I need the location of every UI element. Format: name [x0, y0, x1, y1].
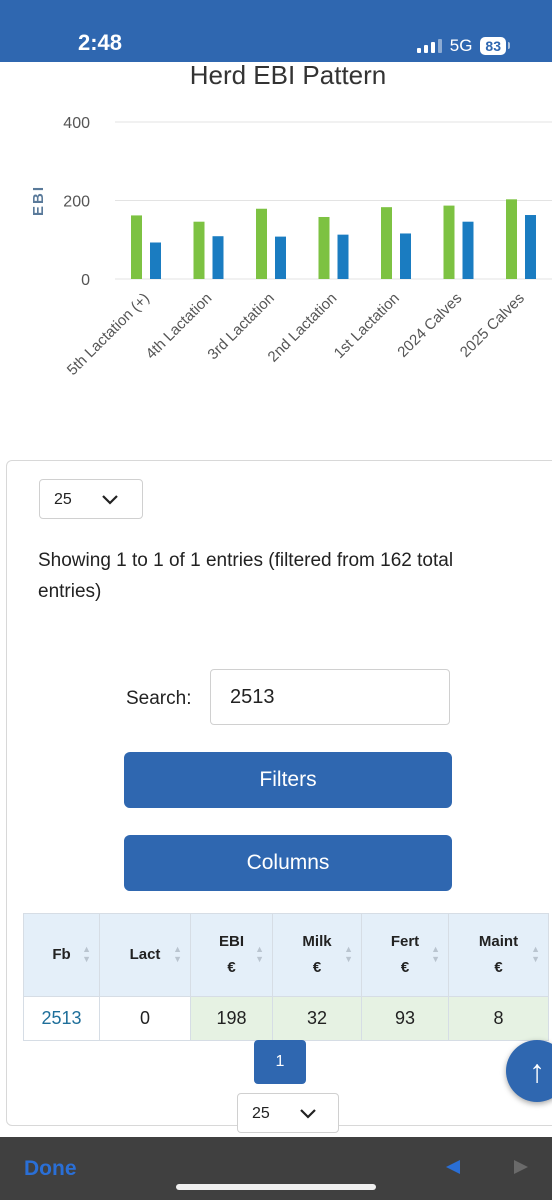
col-header-milk[interactable]: Milk € ▲ ▼ [272, 913, 362, 997]
x-tick-label: 5th Lactation (+) [64, 290, 153, 379]
search-label: Search: [126, 688, 192, 709]
columns-button[interactable]: Columns [124, 835, 452, 891]
pagination-page-1[interactable]: 1 [254, 1040, 306, 1084]
col-header-label: Milk [302, 933, 332, 950]
col-header-unit: € [312, 959, 322, 976]
table-info-text: Showing 1 to 1 of 1 entries (filtered fr… [38, 550, 454, 602]
bar [256, 208, 267, 279]
signal-icon [416, 39, 442, 53]
ebi-bar-chart: 0200400EBI5th Lactation (+)4th Lactation… [30, 115, 552, 379]
col-header-unit: € [227, 959, 236, 976]
bar [212, 236, 224, 279]
sort-icon: ▲ ▼ [344, 944, 353, 964]
home-indicator [176, 1184, 376, 1190]
sort-icon: ▲ ▼ [173, 944, 182, 964]
search-input[interactable] [210, 669, 450, 725]
bar [150, 242, 161, 279]
col-header-maint[interactable]: Maint € ▲ ▼ [448, 913, 549, 997]
bar [337, 234, 349, 279]
cell-ebi: 198 [190, 996, 273, 1041]
col-header-ebi[interactable]: EBI € ▲ ▼ [190, 913, 273, 997]
next-arrow-icon[interactable] [512, 1159, 530, 1175]
sort-icon: ▲ ▼ [531, 944, 540, 964]
x-tick-label: 2024 Calves [394, 290, 465, 361]
chevron-down-icon [300, 1109, 316, 1119]
y-tick-label: 0 [81, 272, 90, 289]
data-table: Fb ▲ ▼ Lact ▲ ▼ EBI € ▲ ▼ Milk € ▲ ▼ Fert [23, 913, 549, 1041]
bar [275, 236, 286, 279]
page-length-value: 25 [252, 1105, 270, 1122]
sort-icon: ▲ ▼ [431, 944, 440, 964]
bar [381, 207, 392, 279]
y-tick-label: 200 [63, 194, 90, 211]
sort-icon: ▲ ▼ [82, 944, 91, 964]
chart-title: Herd EBI Pattern [189, 60, 387, 90]
cell-fb-link[interactable]: 2513 [23, 996, 100, 1041]
col-header-unit: € [494, 959, 503, 976]
col-header-unit: € [400, 959, 410, 976]
col-header-fb[interactable]: Fb ▲ ▼ [23, 913, 100, 997]
cell-maint: 8 [448, 996, 549, 1041]
col-header-label: Maint [478, 933, 519, 950]
table-row: 2513 0 198 32 93 8 [23, 996, 549, 1041]
cell-milk: 32 [272, 996, 362, 1041]
y-axis-label: EBI [30, 185, 47, 216]
bar [193, 221, 205, 279]
bar [318, 216, 330, 279]
previous-arrow-icon[interactable] [444, 1159, 462, 1175]
y-tick-label: 400 [63, 115, 90, 132]
battery-icon: 83 [480, 37, 510, 55]
status-indicators: 5G 83 [416, 36, 510, 56]
browser-bottom-bar: Done [0, 1137, 552, 1200]
col-header-label: Fb [52, 946, 71, 963]
col-header-label: Fert [390, 933, 420, 950]
bar [443, 205, 455, 279]
bar [525, 215, 536, 279]
x-tick-label: 1st Lactation [331, 290, 403, 362]
bar [506, 199, 517, 279]
bar [131, 215, 142, 279]
col-header-label: Lact [129, 946, 161, 963]
col-header-fert[interactable]: Fert € ▲ ▼ [361, 913, 449, 997]
cell-fert: 93 [361, 996, 449, 1041]
network-type: 5G [449, 36, 473, 55]
bar [400, 233, 411, 279]
table-header-row: Fb ▲ ▼ Lact ▲ ▼ EBI € ▲ ▼ Milk € ▲ ▼ Fert [23, 913, 549, 997]
cell-lact: 0 [99, 996, 191, 1041]
page-length-select-bottom[interactable]: 25 [237, 1093, 339, 1133]
status-time: 2:48 [78, 30, 123, 55]
sort-icon: ▲ ▼ [255, 944, 264, 964]
bar [462, 221, 474, 279]
page-length-value: 25 [54, 491, 72, 508]
col-header-label: EBI [218, 933, 244, 950]
status-bar: 2:48 5G 83 [0, 0, 552, 62]
page-length-select-top[interactable]: 25 [39, 479, 143, 519]
x-tick-label: 2025 Calves [457, 290, 528, 361]
arrow-up-icon: ↑ [529, 1052, 545, 1089]
done-button[interactable]: Done [24, 1157, 77, 1181]
chevron-down-icon [102, 495, 118, 505]
col-header-lact[interactable]: Lact ▲ ▼ [99, 913, 191, 997]
filters-button[interactable]: Filters [124, 752, 452, 808]
